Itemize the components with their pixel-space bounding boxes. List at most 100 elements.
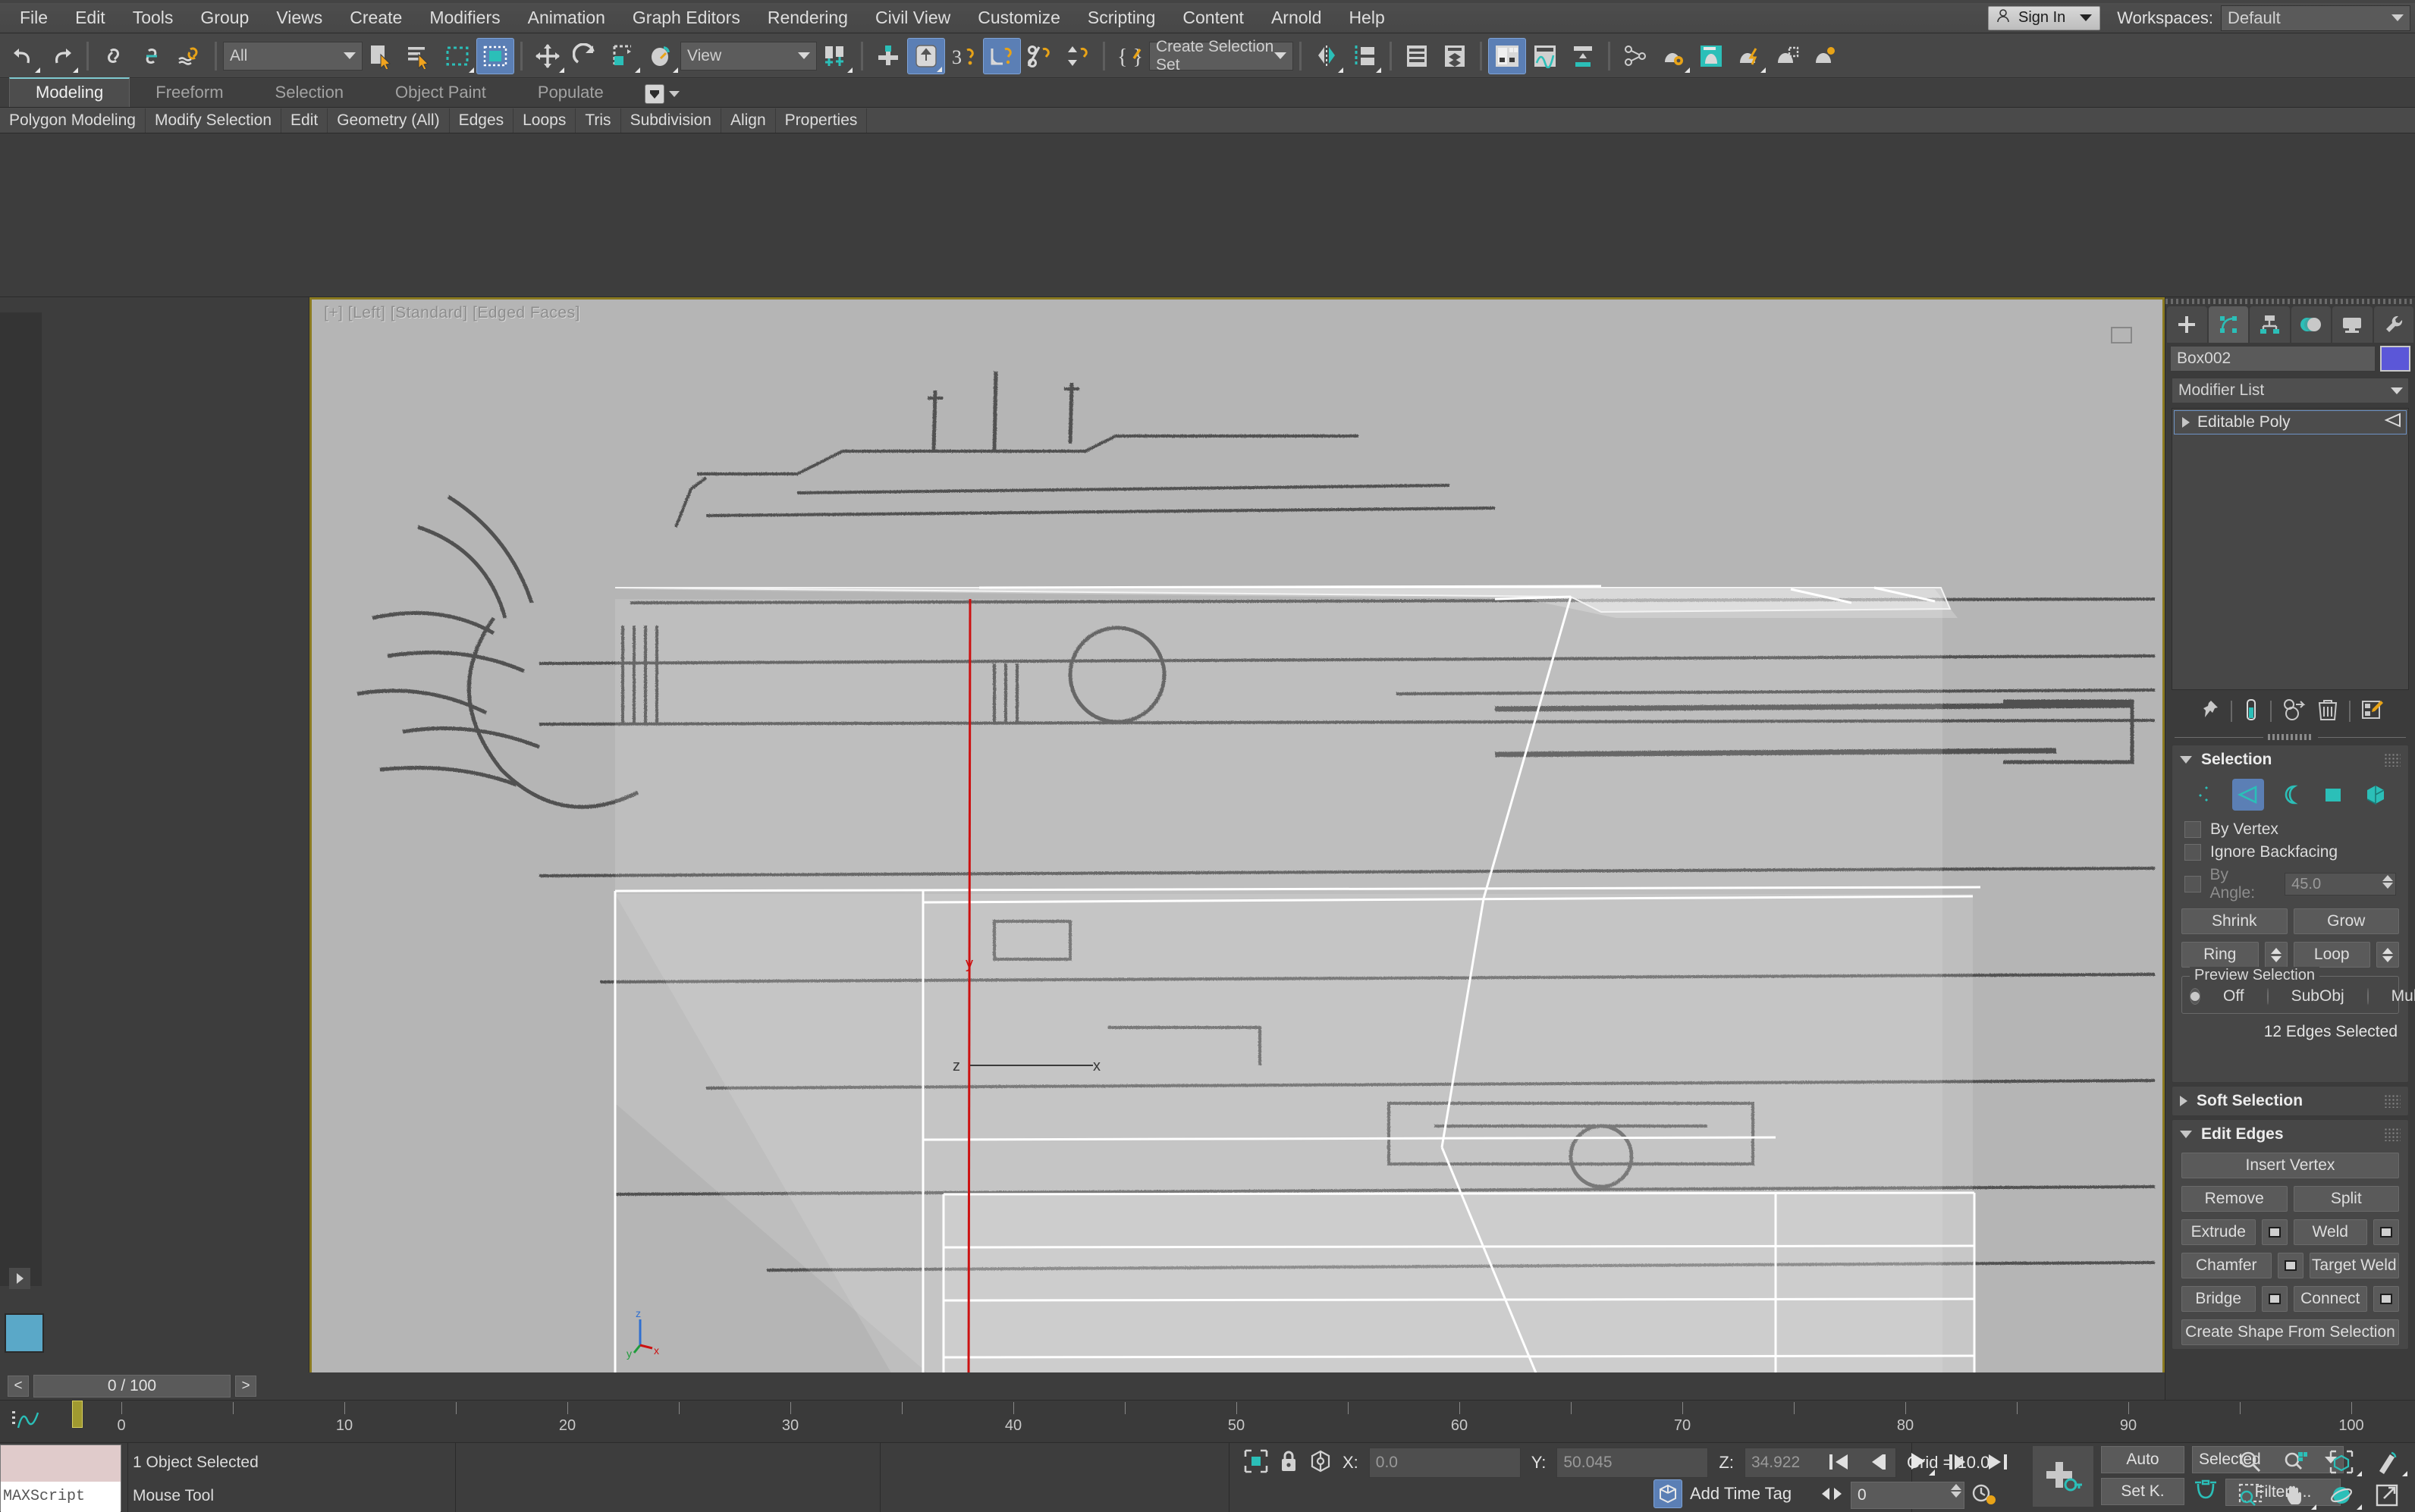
undo-icon[interactable] [5,38,42,74]
render-setup-icon[interactable] [1654,38,1692,74]
edit-named-selection-sets-icon[interactable]: { } [1111,38,1149,74]
ribbon-panel-polygon-modeling[interactable]: Polygon Modeling [0,108,146,133]
rollout-soft-selection-header[interactable]: Soft Selection [2172,1087,2408,1115]
configure-modifier-sets-icon[interactable] [2361,698,2384,725]
ribbon-minimize-icon[interactable] [644,84,664,104]
rectangular-selection-region-icon[interactable] [438,38,476,74]
motion-tab[interactable] [2291,306,2331,343]
percent-snap-toggle-icon[interactable] [1021,38,1059,74]
curve-editor-icon[interactable] [1526,38,1564,74]
select-and-scale-icon[interactable] [605,38,642,74]
menu-modifiers[interactable]: Modifiers [416,5,513,31]
rollout-selection-header[interactable]: Selection [2172,745,2408,774]
ignore-backfacing-row[interactable]: Ignore Backfacing [2172,841,2408,864]
ribbon-panel-edit[interactable]: Edit [281,108,328,133]
maxscript-mini-listener[interactable]: MAXScript Min [0,1445,121,1512]
modify-tab[interactable] [2208,306,2248,343]
vertex-icon[interactable] [2190,779,2222,811]
menu-arnold[interactable]: Arnold [1258,5,1335,31]
color-swatch[interactable] [5,1313,44,1353]
mirror-icon[interactable] [1308,38,1346,74]
border-icon[interactable] [2275,779,2307,811]
object-name-field[interactable]: Box002 [2170,346,2376,372]
ribbon-tab-object-paint[interactable]: Object Paint [369,79,512,107]
select-and-place-icon[interactable] [642,38,680,74]
ribbon-panel-geometry-all[interactable]: Geometry (All) [328,108,450,133]
ribbon-tab-freeform[interactable]: Freeform [130,79,249,107]
by-vertex-checkbox[interactable] [2184,821,2201,838]
play-icon[interactable] [1900,1446,1936,1476]
shrink-button[interactable]: Shrink [2181,908,2288,934]
menu-help[interactable]: Help [1335,5,1398,31]
grow-button[interactable]: Grow [2293,908,2399,934]
next-frame-arrow[interactable]: > [235,1376,256,1397]
rollout-edit-edges-header[interactable]: Edit Edges [2172,1120,2408,1149]
create-tab[interactable] [2167,306,2207,343]
display-tab[interactable] [2332,306,2373,343]
chamfer-settings-button[interactable] [2277,1253,2304,1278]
maxscript-white-pane[interactable]: MAXScript Min [1,1482,121,1512]
select-and-rotate-icon[interactable] [567,38,605,74]
workspace-select[interactable]: Default [2221,5,2410,31]
next-frame-icon[interactable] [1939,1447,1976,1477]
modifier-list-combo[interactable]: Modifier List [2172,378,2409,403]
hierarchy-tab[interactable] [2250,306,2290,343]
extrude-settings-button[interactable] [2261,1219,2288,1245]
zoom-extents-icon[interactable] [2319,1446,2363,1478]
connect-button[interactable]: Connect [2293,1286,2367,1312]
select-object-icon[interactable] [363,38,400,74]
toggle-ribbon-icon[interactable] [1488,37,1526,74]
viewport-steering-wheel-icon[interactable] [2111,327,2132,343]
preview-subobj-radio[interactable] [2266,988,2269,1005]
connect-settings-button[interactable] [2373,1286,2399,1312]
menu-rendering[interactable]: Rendering [754,5,862,31]
auto-key-button[interactable]: Auto [2101,1446,2184,1473]
panel-drag-handle[interactable] [2165,299,2415,304]
viewport-label[interactable]: [+] [Left] [Standard] [Edged Faces] [324,304,580,322]
menu-civil-view[interactable]: Civil View [862,5,964,31]
render-production-icon[interactable] [1730,38,1768,74]
prev-frame-icon[interactable] [1860,1447,1896,1477]
zoom-icon[interactable] [2228,1446,2272,1478]
set-key-mode-button[interactable]: Set K. [2101,1478,2184,1505]
insert-vertex-button[interactable]: Insert Vertex [2181,1153,2399,1178]
ribbon-tab-selection[interactable]: Selection [250,79,370,107]
field-of-view-icon[interactable] [2365,1446,2409,1478]
add-time-tag-group[interactable]: Add Time Tag [1653,1479,1792,1508]
ribbon-tab-modeling[interactable]: Modeling [9,77,130,107]
selection-filter-combo[interactable]: All [223,41,363,71]
select-and-move-icon[interactable] [529,38,567,74]
goto-start-icon[interactable] [1820,1447,1857,1477]
spinner-icon[interactable] [1951,1484,1961,1498]
loop-button[interactable]: Loop [2293,942,2370,968]
by-angle-row[interactable]: By Angle: 45.0 [2172,864,2408,905]
time-slider-handle[interactable]: 0 / 100 [33,1375,231,1398]
time-configuration-icon[interactable] [1972,1482,1996,1509]
menu-views[interactable]: Views [262,5,336,31]
scene-explorer-icon[interactable] [1436,38,1474,74]
pan-icon[interactable] [2274,1479,2318,1511]
collapse-triangle-icon[interactable] [2180,1131,2192,1138]
ribbon-panel-subdivision[interactable]: Subdivision [621,108,721,133]
rendered-frame-window-icon[interactable] [1692,38,1730,74]
object-color-swatch[interactable] [2380,346,2410,372]
by-angle-field[interactable]: 45.0 [2285,873,2397,896]
zoom-all-icon[interactable] [2274,1446,2318,1478]
goto-end-icon[interactable] [1980,1447,2016,1477]
time-tag-icon[interactable] [1653,1479,1682,1508]
make-unique-icon[interactable] [2282,698,2307,725]
curve-editor-toggle-icon[interactable] [11,1408,41,1438]
menu-file[interactable]: File [6,5,61,31]
menu-edit[interactable]: Edit [61,5,119,31]
ribbon-panel-tris[interactable]: Tris [576,108,621,133]
grip-icon[interactable] [2267,734,2313,740]
sign-in-button[interactable]: Sign In [1987,5,2101,30]
by-angle-checkbox[interactable] [2184,876,2201,892]
loop-spinner[interactable] [2376,942,2399,968]
expand-triangle-icon[interactable] [2180,1096,2187,1106]
weld-button[interactable]: Weld [2293,1219,2367,1245]
window-crossing-toggle-icon[interactable] [476,37,514,74]
current-frame-field[interactable]: 0 [1851,1482,1964,1509]
track-bar[interactable]: 0 10 20 30 40 50 60 70 80 90 100 [0,1400,2415,1442]
preview-off-radio[interactable] [2190,988,2200,1005]
